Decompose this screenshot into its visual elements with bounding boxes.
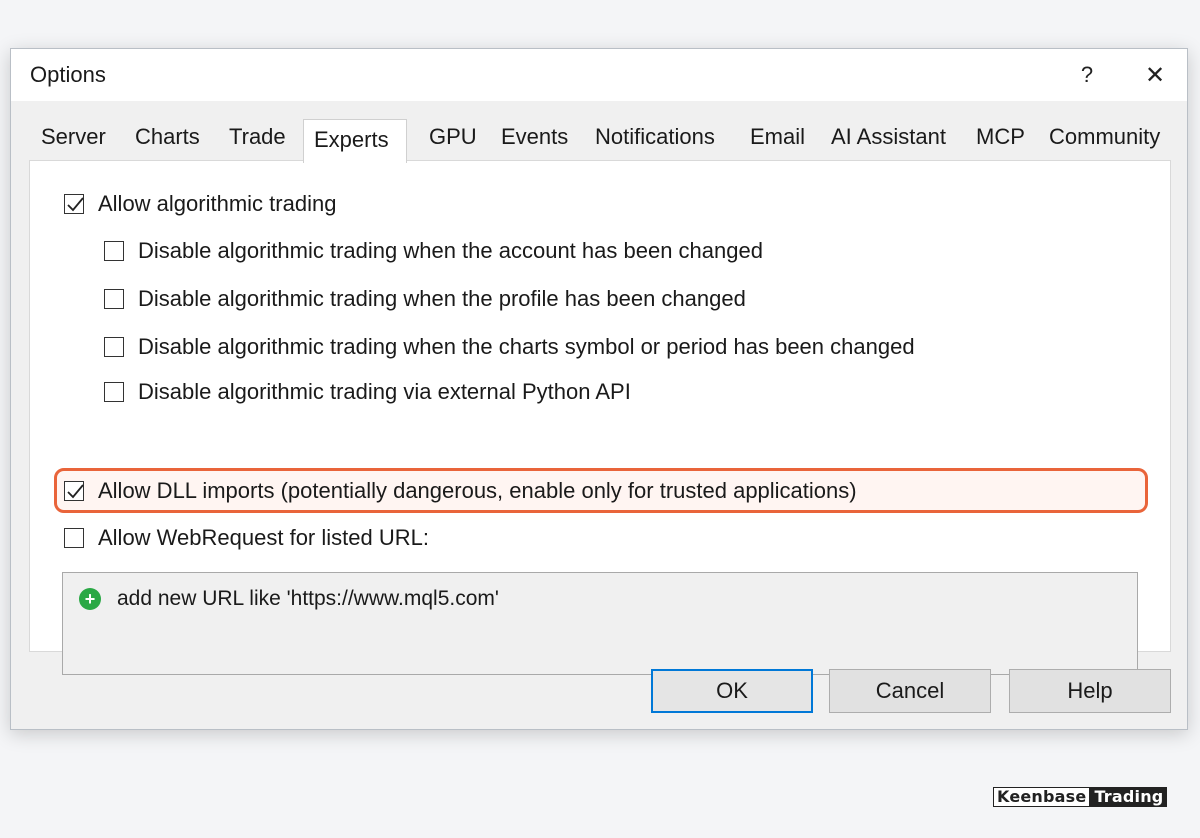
close-icon[interactable]: ✕ (1137, 59, 1173, 91)
option-allow-dll-imports[interactable]: Allow DLL imports (potentially dangerous… (64, 476, 857, 506)
tab-mcp[interactable]: MCP (966, 117, 1035, 161)
option-label: Allow WebRequest for listed URL: (98, 525, 429, 550)
watermark-part1: Keenbase (993, 787, 1091, 807)
option-label: Allow algorithmic trading (98, 191, 337, 216)
option-allow-algo-trading[interactable]: Allow algorithmic trading (64, 189, 336, 219)
ok-button[interactable]: OK (651, 669, 813, 713)
tab-community[interactable]: Community (1039, 117, 1170, 161)
help-icon[interactable]: ? (1069, 59, 1105, 91)
option-allow-webrequest[interactable]: Allow WebRequest for listed URL: (64, 523, 429, 553)
add-url-label: add new URL like 'https://www.mql5.com' (117, 587, 499, 610)
option-disable-symbol-period-change[interactable]: Disable algorithmic trading when the cha… (104, 332, 915, 362)
option-label: Allow DLL imports (potentially dangerous… (98, 478, 857, 503)
tab-experts[interactable]: Experts (303, 119, 407, 163)
cancel-button[interactable]: Cancel (829, 669, 991, 713)
option-label: Disable algorithmic trading when the pro… (138, 286, 746, 311)
tab-email[interactable]: Email (740, 117, 815, 161)
option-label: Disable algorithmic trading when the cha… (138, 334, 915, 359)
checkbox[interactable] (64, 194, 84, 214)
experts-panel: Allow algorithmic trading Disable algori… (29, 160, 1171, 675)
tab-strip: Server Charts Trade Experts GPU Events N… (29, 117, 1179, 163)
url-list[interactable]: + add new URL like 'https://www.mql5.com… (62, 572, 1138, 675)
watermark-part2: Trading (1090, 787, 1168, 807)
option-disable-python-api[interactable]: Disable algorithmic trading via external… (104, 377, 631, 407)
option-label: Disable algorithmic trading via external… (138, 379, 631, 404)
checkbox[interactable] (104, 241, 124, 261)
tab-ai-assistant[interactable]: AI Assistant (821, 117, 956, 161)
tab-server[interactable]: Server (31, 117, 116, 161)
options-dialog: Options ? ✕ Server Charts Trade Experts … (10, 48, 1188, 730)
plus-circle-icon: + (79, 588, 101, 610)
dialog-title: Options (30, 62, 106, 87)
checkbox[interactable] (64, 481, 84, 501)
tab-notifications[interactable]: Notifications (585, 117, 725, 161)
watermark-logo: Keenbase Trading (993, 787, 1168, 807)
title-bar: Options ? ✕ (11, 49, 1187, 101)
option-disable-profile-change[interactable]: Disable algorithmic trading when the pro… (104, 284, 746, 314)
help-button[interactable]: Help (1009, 669, 1171, 713)
add-url-item[interactable]: + add new URL like 'https://www.mql5.com… (79, 587, 499, 611)
checkbox[interactable] (64, 528, 84, 548)
tab-gpu[interactable]: GPU (419, 117, 487, 161)
checkbox[interactable] (104, 337, 124, 357)
tab-charts[interactable]: Charts (125, 117, 210, 161)
checkbox[interactable] (104, 289, 124, 309)
option-disable-account-change[interactable]: Disable algorithmic trading when the acc… (104, 236, 763, 266)
checkbox[interactable] (104, 382, 124, 402)
option-label: Disable algorithmic trading when the acc… (138, 238, 763, 263)
tab-events[interactable]: Events (491, 117, 578, 161)
tab-trade[interactable]: Trade (219, 117, 296, 161)
